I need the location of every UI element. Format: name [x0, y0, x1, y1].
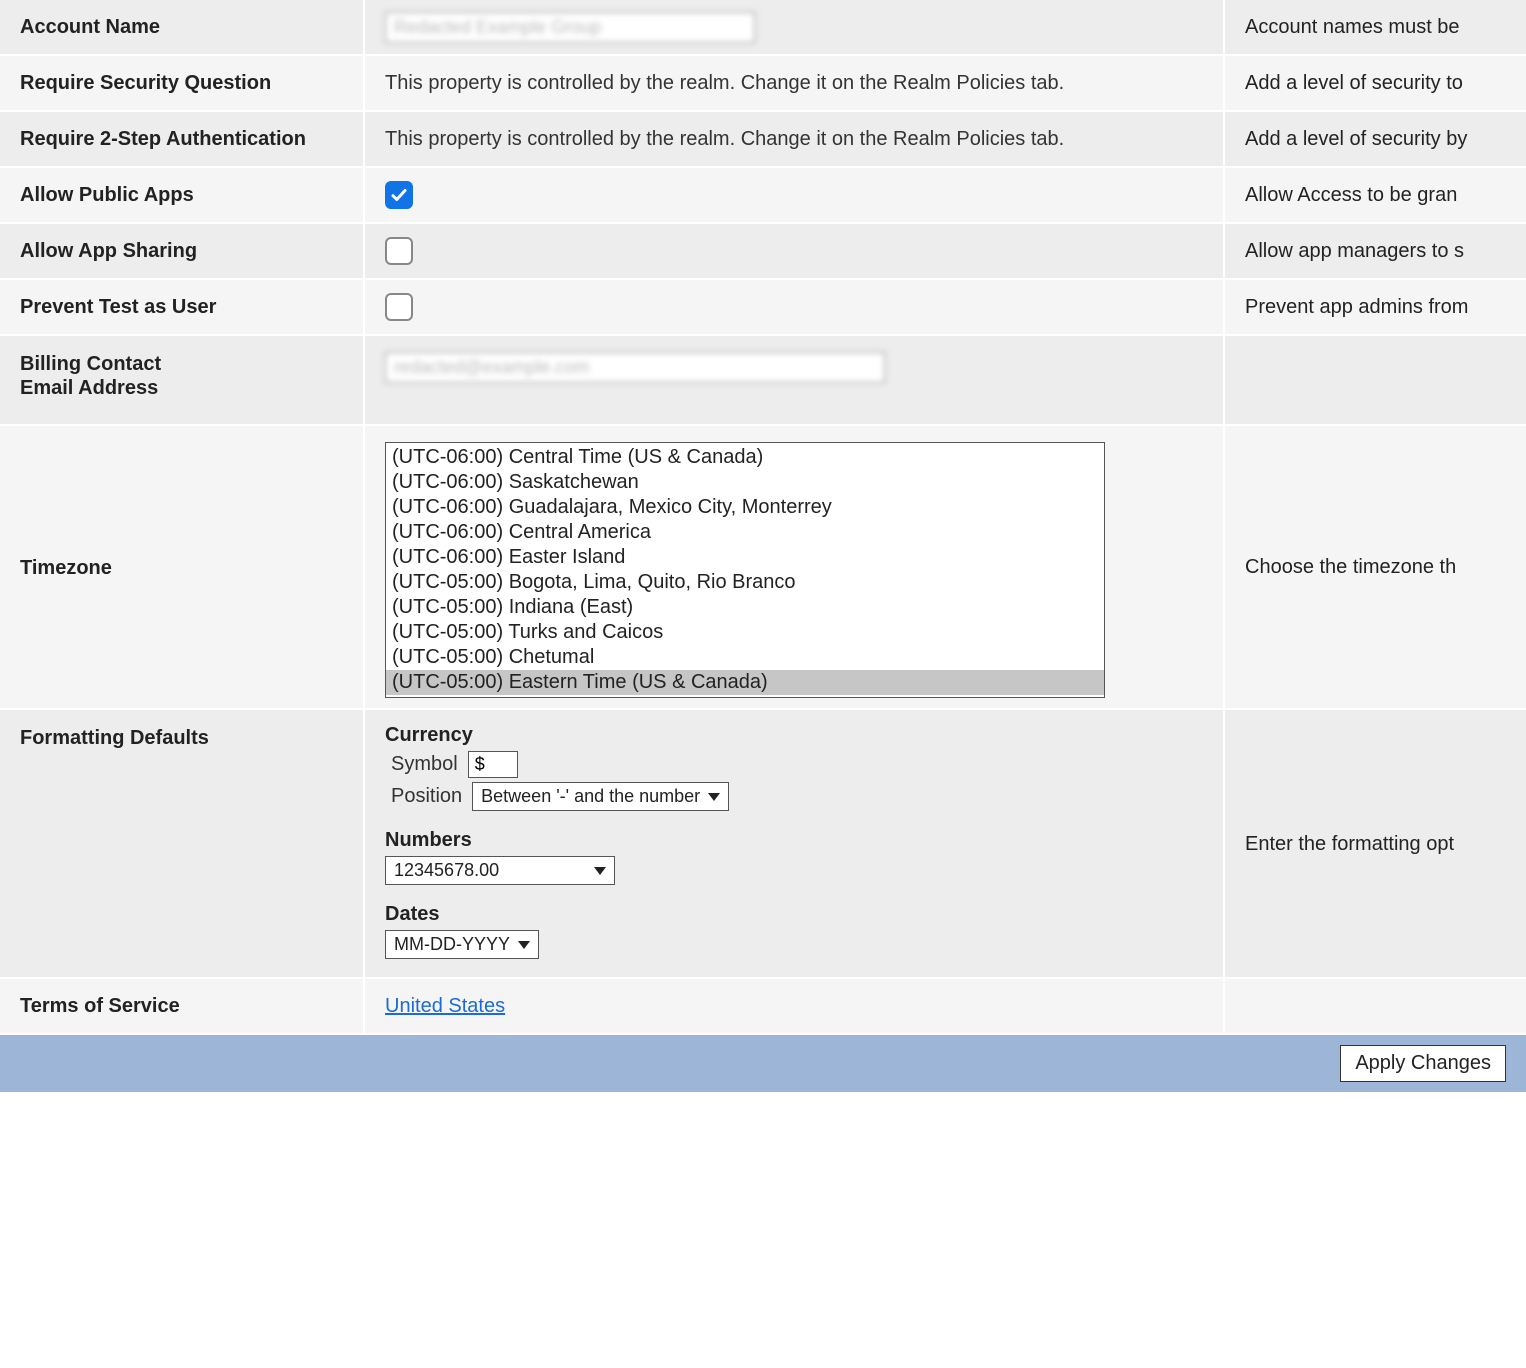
timezone-option[interactable]: (UTC-05:00) Chetumal [386, 645, 1104, 670]
row-prevent-test-as-user: Prevent Test as User Prevent app admins … [0, 280, 1526, 336]
allow-app-sharing-checkbox[interactable] [385, 237, 413, 265]
row-require-2step: Require 2-Step Authentication This prope… [0, 112, 1526, 168]
value-prevent-test-as-user [365, 280, 1225, 334]
value-allow-public-apps [365, 168, 1225, 222]
value-allow-app-sharing [365, 224, 1225, 278]
timezone-option[interactable]: (UTC-06:00) Saskatchewan [386, 470, 1104, 495]
value-terms-of-service: United States [365, 979, 1225, 1033]
date-format-select[interactable]: MM-DD-YYYY [385, 930, 539, 959]
help-allow-app-sharing: Allow app managers to s [1225, 224, 1526, 278]
label-allow-app-sharing: Allow App Sharing [0, 224, 365, 278]
value-require-2step: This property is controlled by the realm… [365, 112, 1225, 166]
dates-heading: Dates [385, 903, 1203, 926]
numbers-heading: Numbers [385, 829, 1203, 852]
prevent-test-as-user-checkbox[interactable] [385, 293, 413, 321]
label-terms-of-service: Terms of Service [0, 979, 365, 1033]
help-billing-email [1225, 336, 1526, 424]
check-icon [390, 186, 408, 204]
currency-symbol-label: Symbol [391, 753, 458, 776]
terms-of-service-link[interactable]: United States [385, 995, 505, 1018]
help-timezone: Choose the timezone th [1225, 426, 1526, 708]
allow-public-apps-checkbox[interactable] [385, 181, 413, 209]
settings-table: Account Name Account names must be Requi… [0, 0, 1526, 1035]
label-prevent-test-as-user: Prevent Test as User [0, 280, 365, 334]
timezone-option[interactable]: (UTC-06:00) Easter Island [386, 545, 1104, 570]
row-timezone: Timezone (UTC-06:00) Central Time (US & … [0, 426, 1526, 710]
row-billing-email: Billing Contact Email Address [0, 336, 1526, 426]
help-terms-of-service [1225, 979, 1526, 1033]
timezone-listbox[interactable]: (UTC-06:00) Central Time (US & Canada)(U… [385, 442, 1105, 698]
row-account-name: Account Name Account names must be [0, 0, 1526, 56]
label-formatting-defaults: Formatting Defaults [0, 710, 365, 977]
currency-symbol-input[interactable] [468, 751, 518, 778]
account-name-input[interactable] [385, 12, 755, 43]
help-require-2step: Add a level of security by [1225, 112, 1526, 166]
help-formatting-defaults: Enter the formatting opt [1225, 710, 1526, 977]
row-formatting-defaults: Formatting Defaults Currency Symbol Posi… [0, 710, 1526, 979]
label-billing-email: Billing Contact Email Address [0, 336, 365, 424]
help-require-security-question: Add a level of security to [1225, 56, 1526, 110]
help-allow-public-apps: Allow Access to be gran [1225, 168, 1526, 222]
label-require-security-question: Require Security Question [0, 56, 365, 110]
currency-position-select[interactable]: Between '-' and the number [472, 782, 729, 811]
apply-changes-button[interactable]: Apply Changes [1340, 1045, 1506, 1082]
timezone-option[interactable]: (UTC-05:00) Indiana (East) [386, 595, 1104, 620]
label-timezone: Timezone [0, 426, 365, 708]
timezone-option[interactable]: (UTC-06:00) Central Time (US & Canada) [386, 445, 1104, 470]
help-prevent-test-as-user: Prevent app admins from [1225, 280, 1526, 334]
timezone-option[interactable]: (UTC-06:00) Guadalajara, Mexico City, Mo… [386, 495, 1104, 520]
footer-bar: Apply Changes [0, 1035, 1526, 1092]
help-account-name: Account names must be [1225, 0, 1526, 54]
row-allow-public-apps: Allow Public Apps Allow Access to be gra… [0, 168, 1526, 224]
value-formatting-defaults: Currency Symbol Position Between '-' and… [365, 710, 1225, 977]
currency-heading: Currency [385, 724, 1203, 747]
label-account-name: Account Name [0, 0, 365, 54]
value-require-security-question: This property is controlled by the realm… [365, 56, 1225, 110]
timezone-option[interactable]: (UTC-06:00) Central America [386, 520, 1104, 545]
numbers-format-select[interactable]: 12345678.00 [385, 856, 615, 885]
currency-position-label: Position [391, 785, 462, 808]
label-allow-public-apps: Allow Public Apps [0, 168, 365, 222]
row-require-security-question: Require Security Question This property … [0, 56, 1526, 112]
row-terms-of-service: Terms of Service United States [0, 979, 1526, 1035]
billing-email-input[interactable] [385, 352, 885, 383]
timezone-option[interactable]: (UTC-05:00) Eastern Time (US & Canada) [386, 670, 1104, 695]
timezone-option[interactable]: (UTC-05:00) Turks and Caicos [386, 620, 1104, 645]
value-billing-email [365, 336, 1225, 424]
timezone-option[interactable]: (UTC-05:00) Bogota, Lima, Quito, Rio Bra… [386, 570, 1104, 595]
label-require-2step: Require 2-Step Authentication [0, 112, 365, 166]
row-allow-app-sharing: Allow App Sharing Allow app managers to … [0, 224, 1526, 280]
value-timezone: (UTC-06:00) Central Time (US & Canada)(U… [365, 426, 1225, 708]
value-account-name [365, 0, 1225, 54]
